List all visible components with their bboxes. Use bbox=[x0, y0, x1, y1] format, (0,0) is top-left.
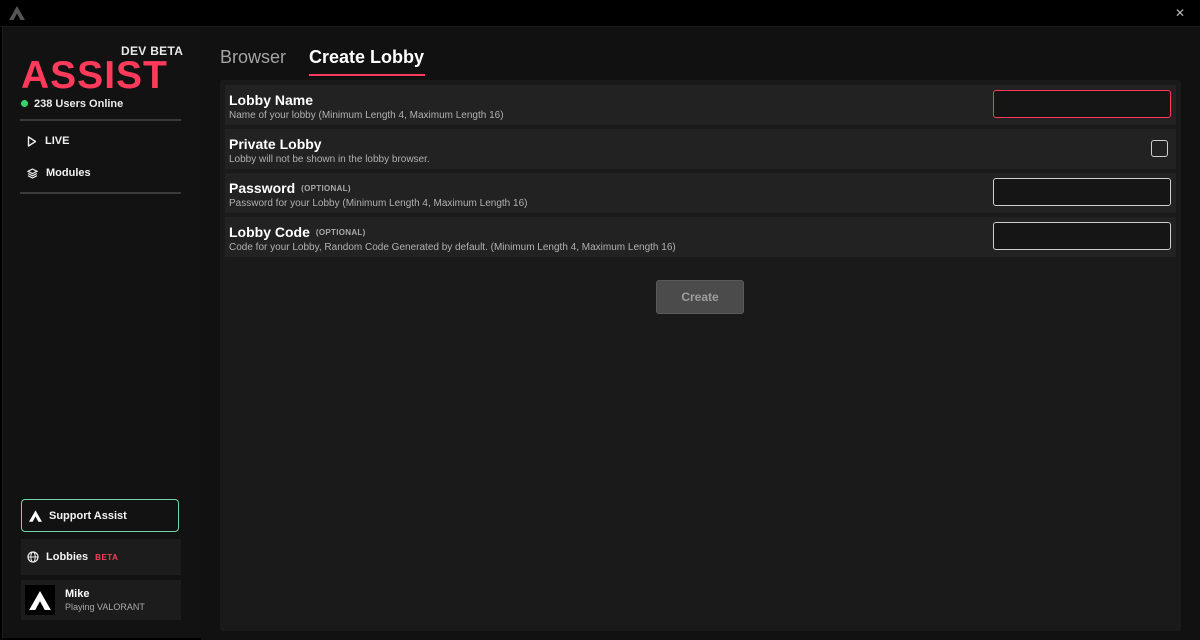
sidebar-item-live[interactable]: LIVE bbox=[27, 135, 69, 147]
sidebar: DEV BETA ASSIST 238 Users Online LIVE Mo… bbox=[2, 27, 201, 638]
user-status: Playing VALORANT bbox=[65, 601, 145, 612]
form-row-password: Password (OPTIONAL) Password for your Lob… bbox=[225, 173, 1176, 213]
sidebar-item-label: Modules bbox=[46, 167, 91, 179]
tab-browser[interactable]: Browser bbox=[220, 47, 286, 68]
field-label: Password (OPTIONAL) bbox=[229, 180, 351, 196]
sidebar-item-lobbies[interactable]: Lobbies BETA bbox=[21, 539, 181, 575]
play-icon bbox=[27, 135, 37, 147]
lobby-name-input[interactable] bbox=[993, 90, 1171, 118]
private-lobby-checkbox[interactable] bbox=[1151, 140, 1168, 157]
globe-icon bbox=[27, 551, 39, 563]
user-profile[interactable]: Mike Playing VALORANT bbox=[21, 580, 181, 620]
close-icon[interactable]: ✕ bbox=[1172, 5, 1188, 21]
support-assist-button[interactable]: Support Assist bbox=[21, 499, 179, 532]
create-lobby-form: Lobby Name Name of your lobby (Minimum L… bbox=[220, 80, 1181, 631]
user-name: Mike bbox=[65, 587, 90, 600]
brand-logo: ASSIST bbox=[21, 54, 168, 97]
field-description: Code for your Lobby, Random Code Generat… bbox=[229, 242, 676, 253]
divider bbox=[20, 119, 181, 121]
field-label: Lobby Code (OPTIONAL) bbox=[229, 224, 366, 240]
optional-badge: (OPTIONAL) bbox=[301, 184, 351, 193]
form-row-lobby-name: Lobby Name Name of your lobby (Minimum L… bbox=[225, 85, 1176, 125]
assist-logo-icon bbox=[29, 590, 51, 610]
support-assist-label: Support Assist bbox=[49, 509, 127, 522]
layers-icon bbox=[27, 167, 38, 179]
main-content: Browser Create Lobby Lobby Name Name of … bbox=[201, 27, 1200, 640]
assist-logo-icon bbox=[29, 509, 42, 522]
window-titlebar: ✕ bbox=[0, 0, 1200, 27]
field-description: Lobby will not be shown in the lobby bro… bbox=[229, 154, 430, 165]
optional-badge: (OPTIONAL) bbox=[315, 228, 366, 237]
lobbies-label: Lobbies bbox=[46, 551, 89, 563]
password-input[interactable] bbox=[993, 178, 1171, 206]
online-dot-icon bbox=[21, 99, 28, 107]
field-description: Password for your Lobby (Minimum Length … bbox=[229, 198, 528, 209]
sidebar-item-label: LIVE bbox=[45, 135, 70, 147]
avatar bbox=[25, 585, 55, 615]
app-logo-icon bbox=[9, 6, 25, 25]
online-count: 238 Users Online bbox=[34, 98, 124, 110]
lobby-code-input[interactable] bbox=[993, 222, 1171, 250]
field-label: Private Lobby bbox=[229, 136, 322, 152]
tab-create-lobby[interactable]: Create Lobby bbox=[309, 47, 424, 68]
form-row-lobby-code: Lobby Code (OPTIONAL) Code for your Lobby… bbox=[225, 217, 1176, 257]
form-row-private-lobby: Private Lobby Lobby will not be shown in… bbox=[225, 129, 1176, 169]
beta-badge: BETA bbox=[95, 552, 119, 562]
sidebar-item-modules[interactable]: Modules bbox=[27, 167, 91, 179]
create-button[interactable]: Create bbox=[656, 280, 744, 314]
field-label: Lobby Name bbox=[229, 92, 314, 108]
online-status: 238 Users Online bbox=[21, 98, 123, 110]
field-description: Name of your lobby (Minimum Length 4, Ma… bbox=[229, 110, 504, 121]
active-tab-indicator bbox=[309, 74, 425, 76]
divider bbox=[20, 192, 181, 194]
